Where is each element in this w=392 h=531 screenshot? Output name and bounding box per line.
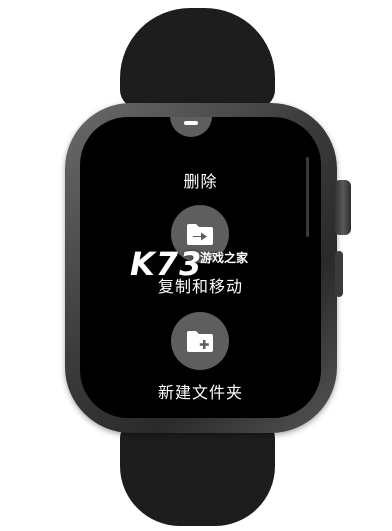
delete-label: 删除 bbox=[183, 172, 218, 191]
new-folder-label: 新建文件夹 bbox=[157, 383, 243, 402]
trash-icon bbox=[184, 121, 198, 125]
copy-move-button[interactable] bbox=[171, 205, 229, 263]
delete-button[interactable] bbox=[170, 117, 212, 137]
watch-screen: 删除 复制和移动 新建文件夹 bbox=[80, 117, 321, 418]
new-folder-button[interactable] bbox=[171, 312, 229, 370]
digital-crown[interactable] bbox=[334, 180, 351, 235]
watch-band-top bbox=[120, 8, 275, 108]
copy-move-label: 复制和移动 bbox=[157, 277, 243, 296]
watch-band-bottom bbox=[120, 420, 275, 526]
folder-move-icon bbox=[187, 224, 213, 245]
side-button[interactable] bbox=[335, 251, 343, 297]
scroll-indicator[interactable] bbox=[306, 157, 309, 237]
folder-plus-icon bbox=[187, 331, 213, 352]
